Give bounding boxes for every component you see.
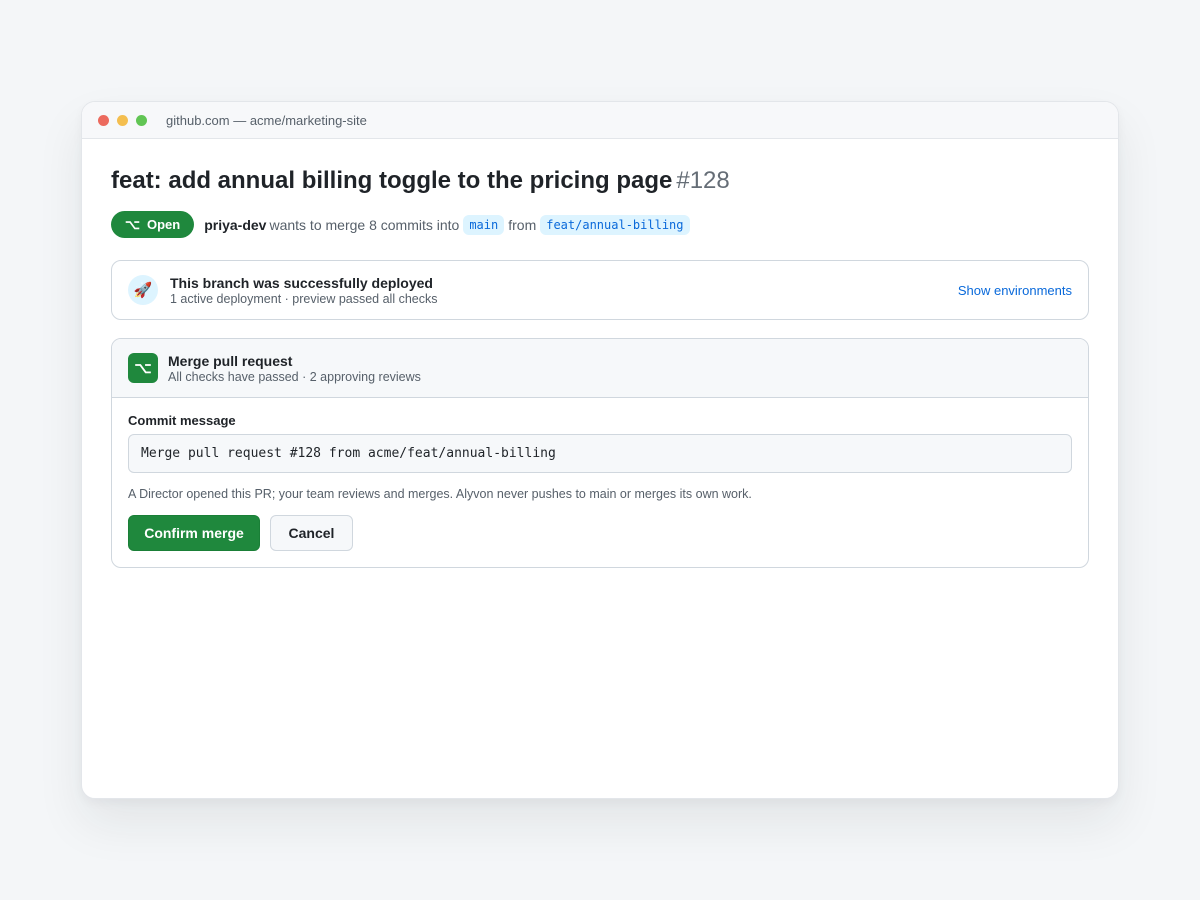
page-title: feat: add annual billing toggle to the p… — [111, 165, 1089, 197]
merge-title: Merge pull request — [168, 352, 293, 369]
browser-window: github.com — acme/marketing-site feat: a… — [81, 101, 1119, 799]
show-environments-link[interactable]: Show environments — [958, 283, 1072, 298]
merge-panel: ⌥ Merge pull request All checks have pas… — [111, 338, 1089, 568]
merge-note: A Director opened this PR; your team rev… — [128, 487, 752, 501]
minimize-window-button[interactable] — [117, 114, 128, 126]
pull-request-icon: ⌥ — [125, 216, 140, 232]
merge-action-text: wants to merge 8 commits into — [269, 216, 460, 233]
rocket-icon: 🚀 — [128, 275, 158, 305]
merge-panel-header: ⌥ Merge pull request All checks have pas… — [112, 339, 1088, 398]
commit-message-label: Commit message — [128, 413, 236, 428]
deployment-subtitle: 1 active deployment · preview passed all… — [170, 291, 438, 306]
merge-subtitle: All checks have passed · 2 approving rev… — [168, 369, 421, 384]
merge-panel-body: Commit message A Director opened this PR… — [112, 398, 1088, 567]
base-branch[interactable]: main — [463, 214, 505, 235]
deployment-status-box: 🚀 This branch was successfully deployed … — [111, 260, 1089, 320]
close-window-button[interactable] — [98, 114, 109, 126]
status-badge: ⌥ Open — [111, 211, 195, 238]
merge-icon: ⌥ — [128, 353, 158, 383]
maximize-window-button[interactable] — [136, 114, 147, 126]
commit-message-input[interactable] — [128, 434, 1072, 473]
pr-page: feat: add annual billing toggle to the p… — [82, 139, 1118, 568]
confirm-merge-button[interactable]: Confirm merge — [128, 515, 260, 551]
cancel-button[interactable]: Cancel — [270, 515, 353, 551]
address-url[interactable]: github.com — acme/marketing-site — [166, 113, 367, 128]
merge-actions: Confirm merge Cancel — [128, 515, 1072, 551]
merge-header-text: Merge pull request All checks have passe… — [168, 353, 421, 384]
pr-number: #128 — [676, 167, 730, 194]
deployment-title: This branch was successfully deployed — [170, 274, 433, 291]
from-text: from — [508, 216, 537, 233]
pr-meta: ⌥ Open priya-dev wants to merge 8 commit… — [111, 211, 1089, 238]
head-branch[interactable]: feat/annual-billing — [540, 214, 690, 235]
author-link[interactable]: priya-dev — [204, 217, 266, 233]
window-titlebar: github.com — acme/marketing-site — [82, 102, 1118, 139]
deployment-text: This branch was successfully deployed 1 … — [170, 275, 958, 306]
status-label: Open — [146, 217, 181, 232]
pr-title-text: feat: add annual billing toggle to the p… — [111, 167, 673, 194]
